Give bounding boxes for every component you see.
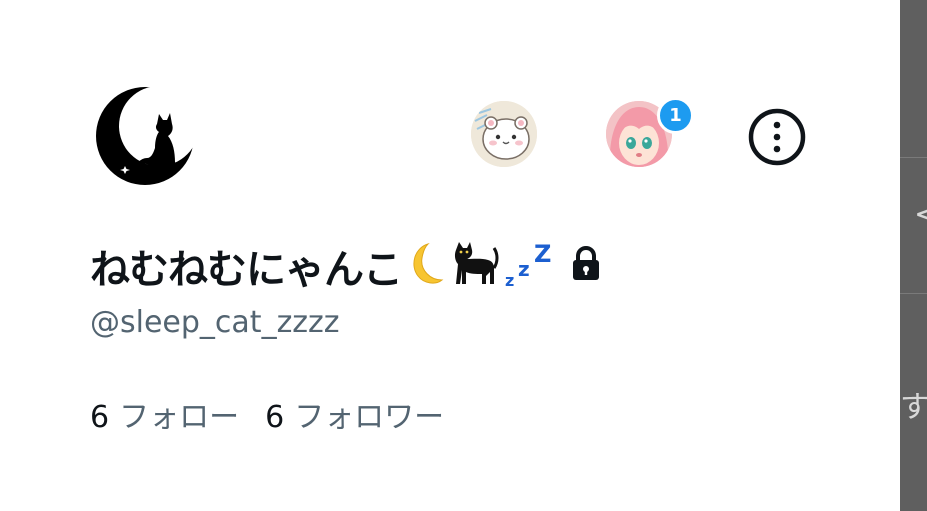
followers-link[interactable]: 6 フォロワー [265,392,444,436]
followers-label: フォロワー [294,400,445,435]
following-link[interactable]: 6 フォロー [90,392,239,436]
crescent-moon-emoji [406,240,446,292]
switch-account-avatar-1[interactable] [471,101,537,167]
profile-drawer: 1 ねむねむにゃんこ z z Z @sleep_cat_zzzz 6 フォロー … [0,0,900,511]
black-cat-emoji [450,240,500,292]
profile-avatar[interactable] [95,86,195,186]
more-options-button[interactable] [747,107,807,167]
svg-text:z: z [518,257,530,281]
display-name-row: ねむねむにゃんこ z z Z [90,236,602,296]
notification-badge: 1 [657,97,694,134]
partial-text: す [900,390,927,425]
user-handle: @sleep_cat_zzzz [90,305,340,340]
hamster-avatar-image [471,101,537,167]
lock-icon [570,245,602,286]
crescent-moon-cat-icon [96,87,194,185]
background-overlay[interactable]: < す [900,0,927,511]
following-label: フォロー [119,400,240,435]
divider [900,293,927,294]
divider [900,157,927,158]
followers-count: 6 [265,400,285,435]
more-vertical-icon [748,108,806,166]
svg-text:z: z [505,271,514,288]
svg-text:Z: Z [534,240,551,268]
following-count: 6 [90,400,110,435]
display-name: ねむねむにゃんこ [90,247,403,293]
follow-stats: 6 フォロー 6 フォロワー [90,392,444,436]
zzz-emoji: z z Z [504,240,556,292]
partial-arrow-glyph: < [914,197,927,232]
